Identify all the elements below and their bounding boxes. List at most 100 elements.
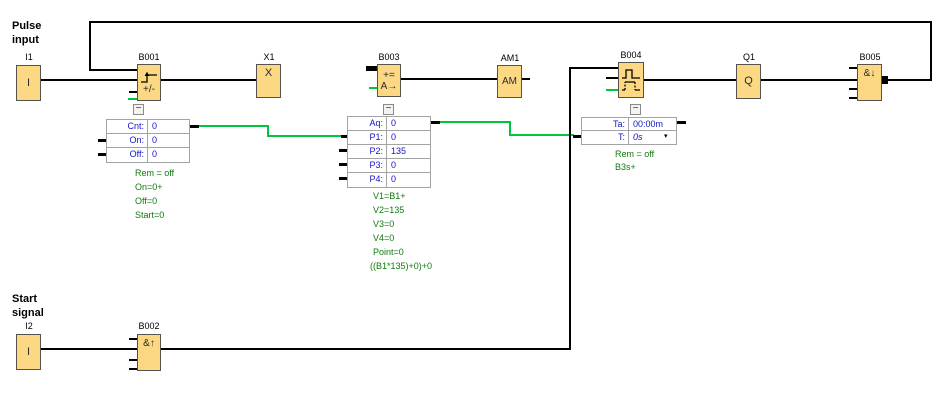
b001-off-input-stub — [98, 153, 106, 156]
fbd-diagram-canvas: Pulse input Start signal I1 B001 X1 B003… — [0, 0, 945, 406]
param-label: P1: — [348, 131, 387, 144]
wire-b005-feedback — [887, 79, 932, 81]
b001-note: On=0+ — [135, 182, 163, 192]
block-label-q1: Q1 — [742, 52, 755, 62]
b005-input1-pin — [849, 67, 857, 69]
param-row: On: 0 — [107, 134, 189, 148]
param-value[interactable]: 0 — [387, 117, 430, 130]
param-value[interactable]: 0 — [148, 120, 189, 133]
b001-symbol: +/- — [143, 83, 155, 95]
b003-note: V1=B1+ — [373, 191, 406, 201]
b002-input4-pin — [129, 368, 137, 370]
b001-note: Off=0 — [135, 196, 158, 206]
param-label: Cnt: — [107, 120, 148, 133]
b004-note: B3s+ — [615, 162, 636, 172]
b001-par-pin — [128, 98, 137, 100]
collapse-button-b004[interactable]: − — [630, 104, 641, 115]
block-b002-and-rising-edge[interactable]: &↑ — [137, 334, 161, 371]
pulse-dashed-icon — [622, 81, 640, 91]
param-box-b003: Aq: 0 P1: 0 P2: 135 P3: 0 P4: 0 — [347, 116, 431, 188]
param-label: Aq: — [348, 117, 387, 130]
b001-note: Rem = off — [135, 168, 175, 178]
param-row: P2: 135 — [348, 145, 430, 159]
timebase-dropdown-arrow[interactable]: ▾ — [664, 133, 668, 141]
param-value[interactable]: 0 — [387, 159, 430, 172]
collapse-button-b001[interactable]: − — [133, 104, 144, 115]
param-row: T: 0s — [582, 131, 676, 144]
b003-symbol-bottom: A→ — [380, 80, 398, 92]
b003-symbol-top: += — [383, 69, 395, 81]
b004-ta-output-stub — [677, 121, 686, 124]
wire-b001-x1 — [161, 79, 256, 81]
b005-input4-pin — [849, 97, 857, 99]
block-i1-input[interactable]: I — [16, 65, 41, 101]
wire-feedback-left-vertical — [89, 21, 91, 71]
param-value[interactable]: 0 — [387, 131, 430, 144]
pulse-input-annotation: Pulse input — [12, 20, 42, 46]
block-b003-analog-math[interactable]: += A→ — [377, 64, 401, 97]
b003-par-pin — [369, 87, 377, 89]
b002-input3-pin — [129, 359, 137, 361]
block-i2-input[interactable]: I — [16, 334, 41, 370]
param-value[interactable]: 0 — [148, 148, 189, 162]
block-label-i2: I2 — [25, 321, 33, 331]
block-b005-and-falling-edge[interactable]: &↓ — [857, 64, 882, 101]
b003-p3-input-stub — [339, 163, 347, 166]
b003-p4-input-stub — [339, 177, 347, 180]
b001-dir-pin — [129, 91, 137, 93]
param-value-timebase[interactable]: 0s — [629, 131, 676, 144]
b003-note: Point=0 — [373, 247, 404, 257]
wire-b004-q1 — [644, 79, 736, 81]
block-label-b001: B001 — [138, 52, 160, 62]
param-label: P3: — [348, 159, 387, 172]
block-am1-analog-flag[interactable]: AM — [497, 65, 522, 98]
b005-input3-pin — [849, 88, 857, 90]
param-wire-b001cnt-b003p1 — [267, 135, 342, 137]
b003-note: V2=135 — [373, 205, 405, 215]
b003-note: V4=0 — [373, 233, 395, 243]
collapse-button-b003[interactable]: − — [383, 104, 394, 115]
b002-input1-pin — [129, 338, 137, 340]
b003-aq-output-stub — [431, 121, 440, 124]
b003-p2-input-stub — [339, 149, 347, 152]
block-b004-pulse-relay[interactable] — [618, 62, 644, 98]
block-label-x1: X1 — [263, 52, 275, 62]
param-label: Ta: — [582, 118, 629, 130]
pulse-icon — [622, 69, 640, 79]
param-label: P4: — [348, 173, 387, 187]
param-label: Off: — [107, 148, 148, 162]
b002-symbol: &↑ — [143, 338, 155, 349]
b001-on-input-stub — [98, 139, 106, 142]
block-b001-updown-counter[interactable]: +/- — [137, 64, 161, 101]
param-value[interactable]: 0 — [387, 173, 430, 187]
am1-output-stub — [522, 78, 530, 80]
param-row: Ta: 00:00m — [582, 118, 676, 131]
b001-cnt-output-stub — [190, 125, 199, 128]
wire-b003-am1 — [401, 78, 497, 80]
block-q1-output[interactable]: Q — [736, 64, 761, 99]
param-value[interactable]: 00:00m — [629, 118, 676, 130]
b005-symbol: &↓ — [863, 68, 876, 79]
b001-note: Start=0 — [135, 210, 165, 220]
param-label: T: — [582, 131, 629, 144]
param-value[interactable]: 135 — [387, 145, 430, 158]
wire-feedback-right-vertical — [930, 21, 932, 81]
wire-i1-b001 — [41, 79, 137, 81]
b004-par-pin — [606, 89, 618, 91]
start-signal-annotation: Start signal — [12, 293, 44, 319]
param-value[interactable]: 0 — [148, 134, 189, 147]
param-row: P4: 0 — [348, 173, 430, 187]
block-label-b005: B005 — [859, 52, 881, 62]
wire-b002-horizontal — [161, 348, 571, 350]
param-row: P1: 0 — [348, 131, 430, 145]
b003-note: ((B1*135)+0)+0 — [370, 261, 433, 271]
b004-t-input-stub — [573, 135, 581, 138]
b003-en-input-marker — [366, 66, 377, 71]
block-label-am1: AM1 — [500, 53, 520, 63]
param-label: P2: — [348, 145, 387, 158]
block-x1-open-connector[interactable]: X — [256, 64, 281, 98]
i2-symbol: I — [26, 345, 31, 358]
i1-symbol: I — [26, 76, 31, 89]
wire-i2-b002 — [41, 348, 137, 350]
q1-symbol: Q — [744, 75, 753, 87]
